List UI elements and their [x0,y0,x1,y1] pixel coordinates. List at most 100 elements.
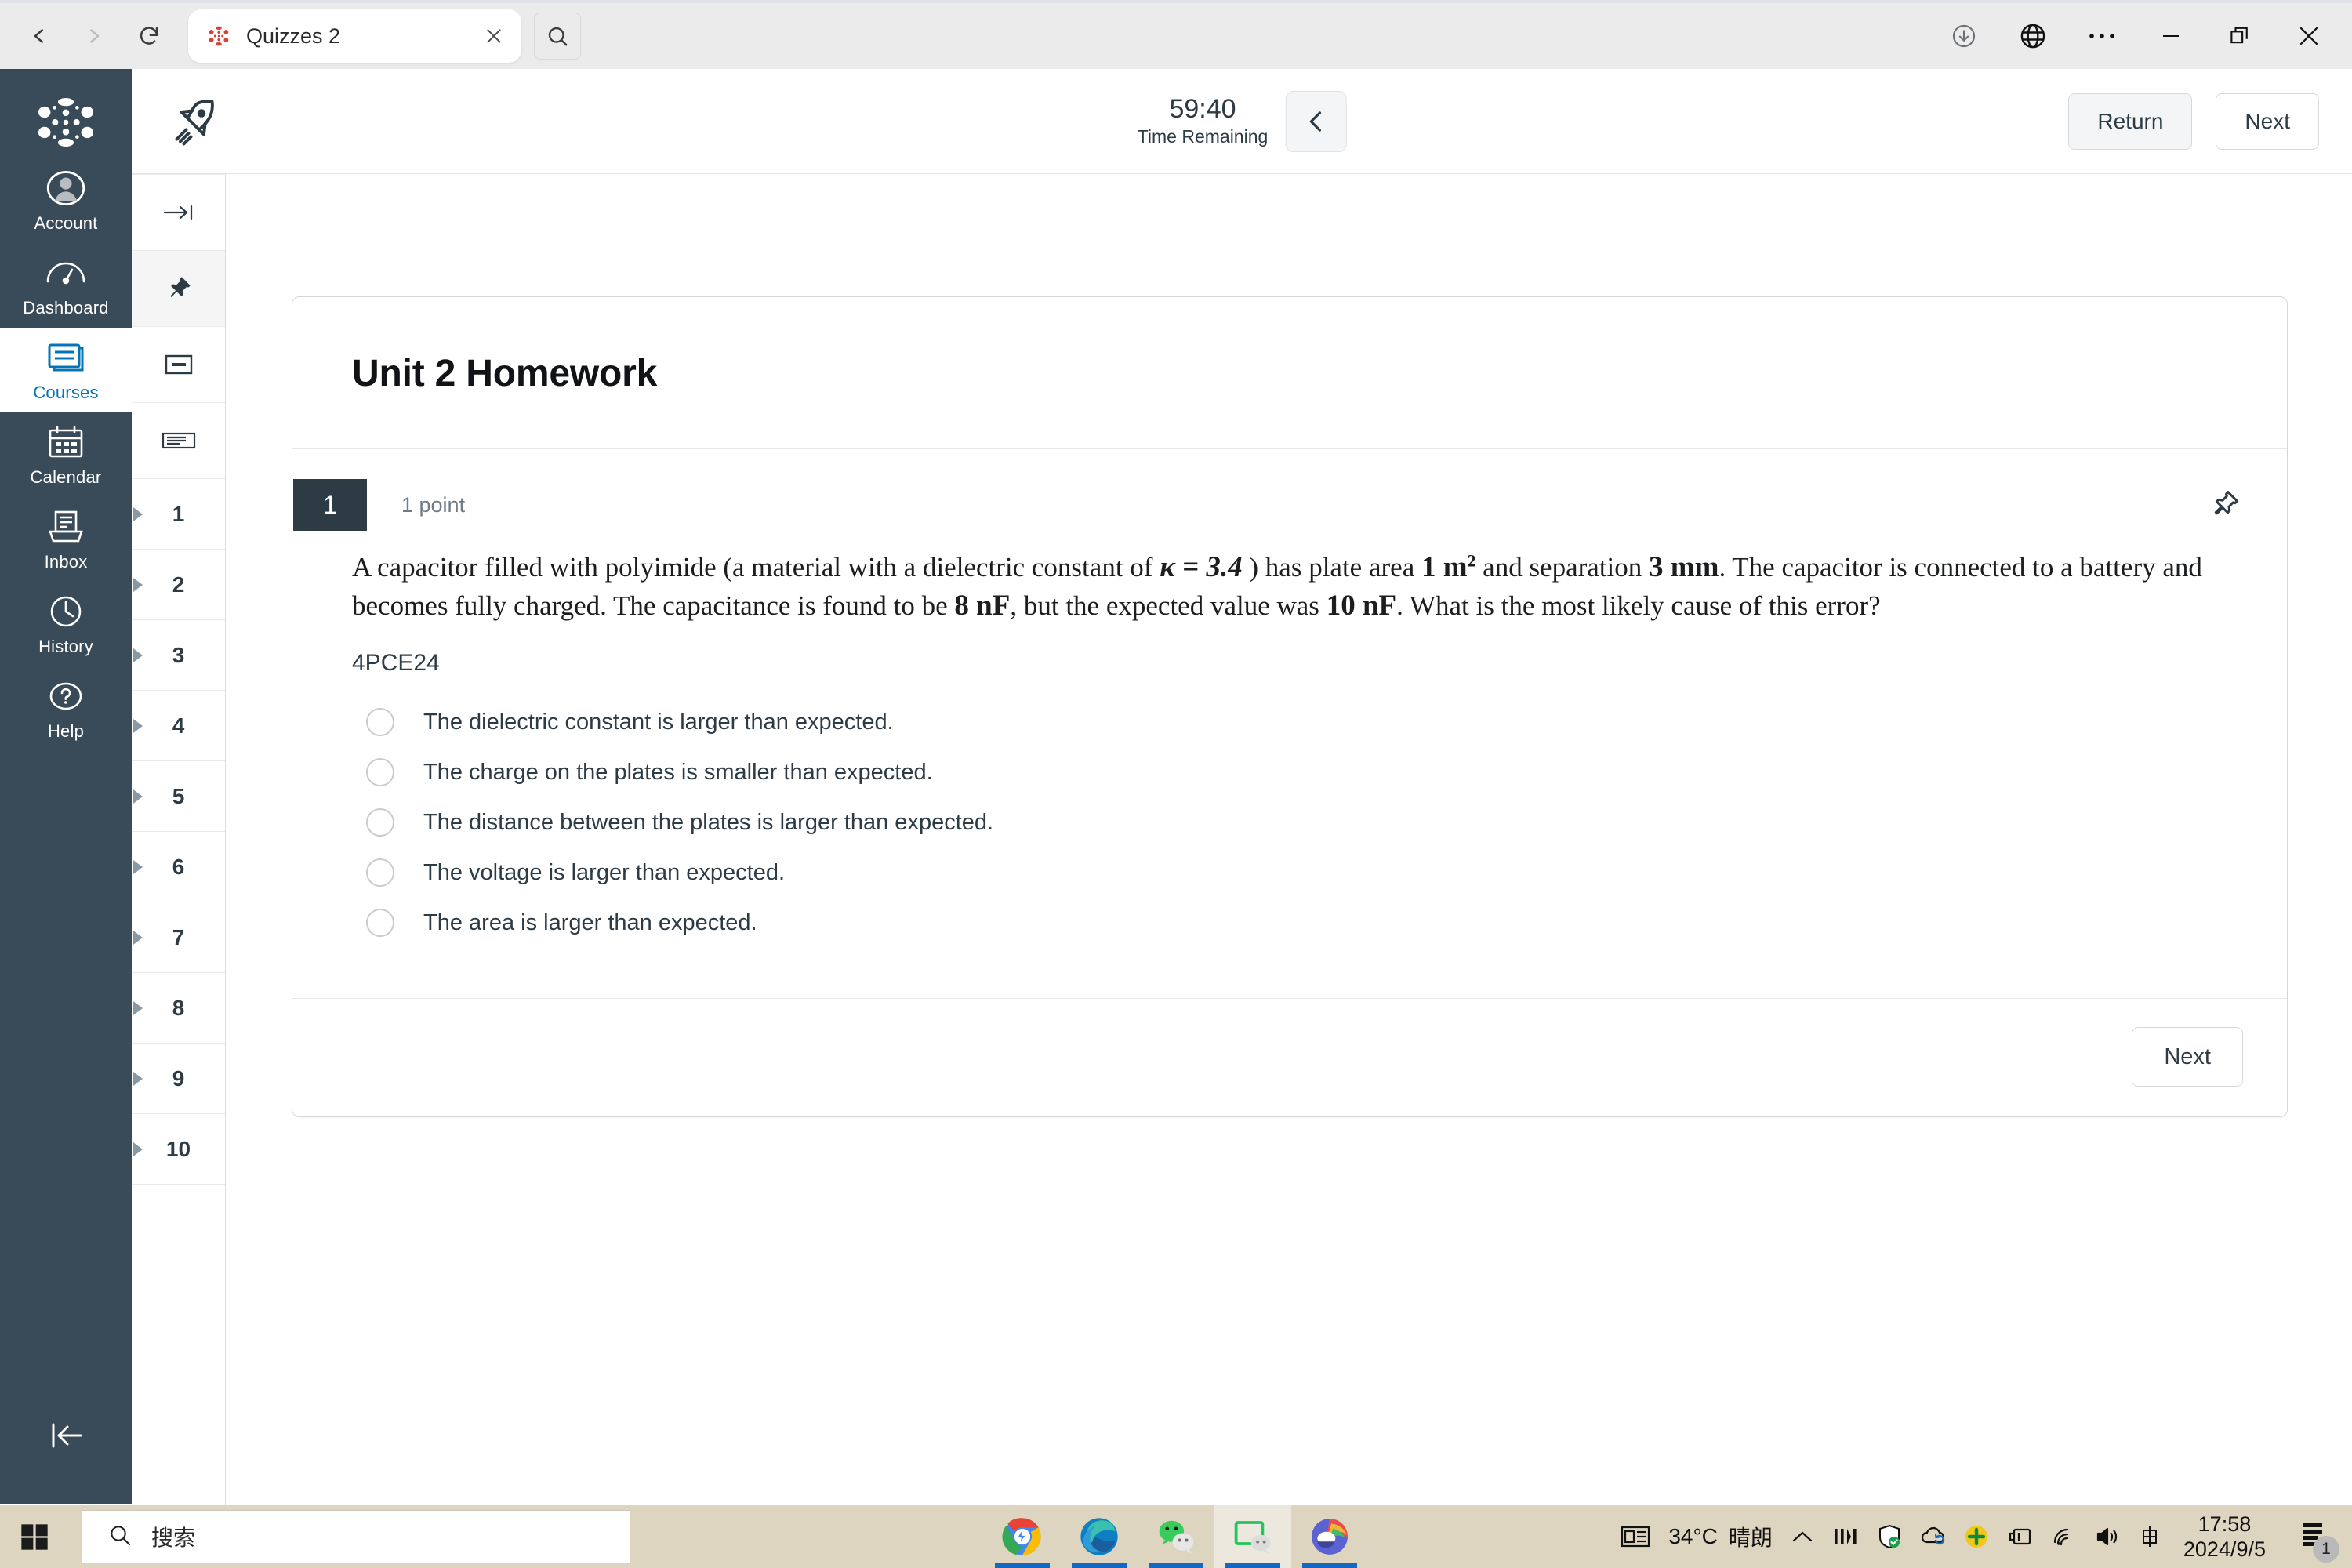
close-icon[interactable] [2286,13,2332,59]
quiz-header-actions: Return Next [2068,93,2319,150]
answer-option[interactable]: The voltage is larger than expected. [352,848,2224,898]
ime-chinese-icon[interactable] [2138,1524,2161,1549]
canvas-logo-icon[interactable] [30,86,102,158]
expand-right-icon[interactable] [132,175,225,251]
answer-label: The voltage is larger than expected. [423,859,786,885]
sidebar-item-history[interactable]: History [0,582,132,666]
radio-button[interactable] [366,708,394,737]
chrome-taskbar-icon[interactable] [984,1505,1061,1568]
tray-clock[interactable]: 17:58 2024/9/5 [2183,1512,2266,1563]
next-button-header[interactable]: Next [2216,93,2319,150]
return-button[interactable]: Return [2068,93,2193,150]
question-math-separation: 3 mm [1649,551,1719,583]
close-icon[interactable] [477,20,510,53]
globe-icon[interactable] [2010,13,2056,59]
answer-option[interactable]: The area is larger than expected. [352,898,2224,948]
question-rail-number: 3 [172,642,185,667]
question-block-icon[interactable] [132,327,225,403]
chevron-left-icon[interactable] [1285,90,1347,152]
onedrive-sync-icon[interactable] [1920,1525,1947,1548]
answer-label: The distance between the plates is large… [423,809,994,835]
back-button[interactable] [17,14,61,58]
radio-button[interactable] [366,858,394,887]
system-tray: 34°C 晴朗 17:58 2024/9/5 1 [1620,1505,2339,1568]
pin-icon[interactable] [2205,486,2243,524]
restore-icon[interactable] [2217,13,2263,59]
weather-app-taskbar-icon[interactable] [1291,1505,1368,1568]
power-plug-icon[interactable] [2006,1525,2033,1548]
search-placeholder: 搜索 [151,1526,196,1550]
wechat-taskbar-icon[interactable] [1138,1505,1214,1568]
list-view-icon[interactable] [132,403,225,479]
tab-search-button[interactable] [534,13,581,60]
question-rail-item[interactable]: 6 [132,832,225,902]
question-rail-item[interactable]: 4 [132,691,225,761]
question-rail-item[interactable]: 10 [132,1114,225,1185]
question-rail-number: 5 [172,783,185,808]
windows-start-icon[interactable] [0,1505,69,1568]
chevron-right-icon [133,648,143,662]
minimize-icon[interactable] [2148,13,2194,59]
tray-time: 17:58 [2198,1512,2252,1536]
sidebar-item-label: Account [34,213,98,233]
question-rail-item[interactable]: 3 [132,620,225,691]
browser-chrome: Quizzes 2 [0,0,2352,69]
update-icon[interactable] [1964,1524,1989,1549]
answer-option[interactable]: The charge on the plates is smaller than… [352,747,2224,797]
question-rail-item[interactable]: 1 [132,479,225,550]
dashboard-gauge-icon [44,251,88,295]
question-rail-item[interactable]: 5 [132,761,225,832]
download-icon[interactable] [1941,13,1987,59]
calendar-icon [46,420,85,464]
chevron-right-icon [133,1071,143,1086]
volume-icon[interactable] [2094,1525,2121,1548]
forward-button[interactable] [72,14,116,58]
radio-button[interactable] [366,808,394,837]
notification-icon[interactable]: 1 [2289,1512,2339,1563]
radio-button[interactable] [366,758,394,787]
chevron-up-icon[interactable] [1790,1527,1815,1546]
sidebar-item-account[interactable]: Account [0,158,132,243]
sidebar-item-dashboard[interactable]: Dashboard [0,243,132,328]
sidebar-item-help[interactable]: Help [0,666,132,751]
chevron-right-icon [133,718,143,733]
collapse-left-icon[interactable] [27,1408,105,1463]
question-text-p2: ) has plate area [1242,552,1421,583]
tray-weather[interactable]: 34°C 晴朗 [1668,1521,1773,1552]
question-rail-item[interactable]: 9 [132,1044,225,1114]
pin-icon[interactable] [132,251,225,327]
radio-button[interactable] [366,909,394,938]
sidebar-item-label: Dashboard [23,298,109,318]
next-button-footer[interactable]: Next [2132,1027,2243,1087]
security-shield-icon[interactable] [1876,1523,1903,1550]
wifi-icon[interactable] [2050,1525,2077,1548]
question-rail-item[interactable]: 7 [132,902,225,973]
search-input[interactable]: 搜索 [82,1510,630,1563]
sidebar-item-calendar[interactable]: Calendar [0,412,132,497]
edge-taskbar-icon[interactable] [1061,1505,1138,1568]
news-weather-icon[interactable] [1620,1523,1651,1550]
wechat-devtools-taskbar-icon[interactable] [1214,1505,1291,1568]
tray-date: 2024/9/5 [2183,1537,2266,1561]
ellipsis-icon[interactable] [2079,13,2125,59]
sidebar-item-courses[interactable]: Courses [0,328,132,412]
question-math-measured: 8 nF [954,590,1011,622]
network-meter-icon[interactable] [1832,1525,1859,1548]
timer-text: 59:40 Time Remaining [1138,94,1269,147]
courses-book-icon [45,336,86,379]
sidebar-item-label: Help [47,721,85,741]
question-rail-item[interactable]: 2 [132,550,225,620]
sidebar-item-inbox[interactable]: Inbox [0,497,132,582]
answer-label: The dielectric constant is larger than e… [423,709,894,735]
chevron-right-icon [133,789,143,804]
answer-option[interactable]: The dielectric constant is larger than e… [352,697,2224,747]
tab-strip: Quizzes 2 [188,9,581,63]
answer-option[interactable]: The distance between the plates is large… [352,797,2224,848]
question-rail-number: 6 [172,854,185,879]
browser-tab[interactable]: Quizzes 2 [188,9,521,63]
question-header: 1 1 point [292,479,2287,531]
question-rail-item[interactable]: 8 [132,973,225,1044]
quiz-card-footer: Next [292,998,2287,1116]
tray-temperature: 34°C [1668,1524,1718,1548]
reload-button[interactable] [127,14,171,58]
